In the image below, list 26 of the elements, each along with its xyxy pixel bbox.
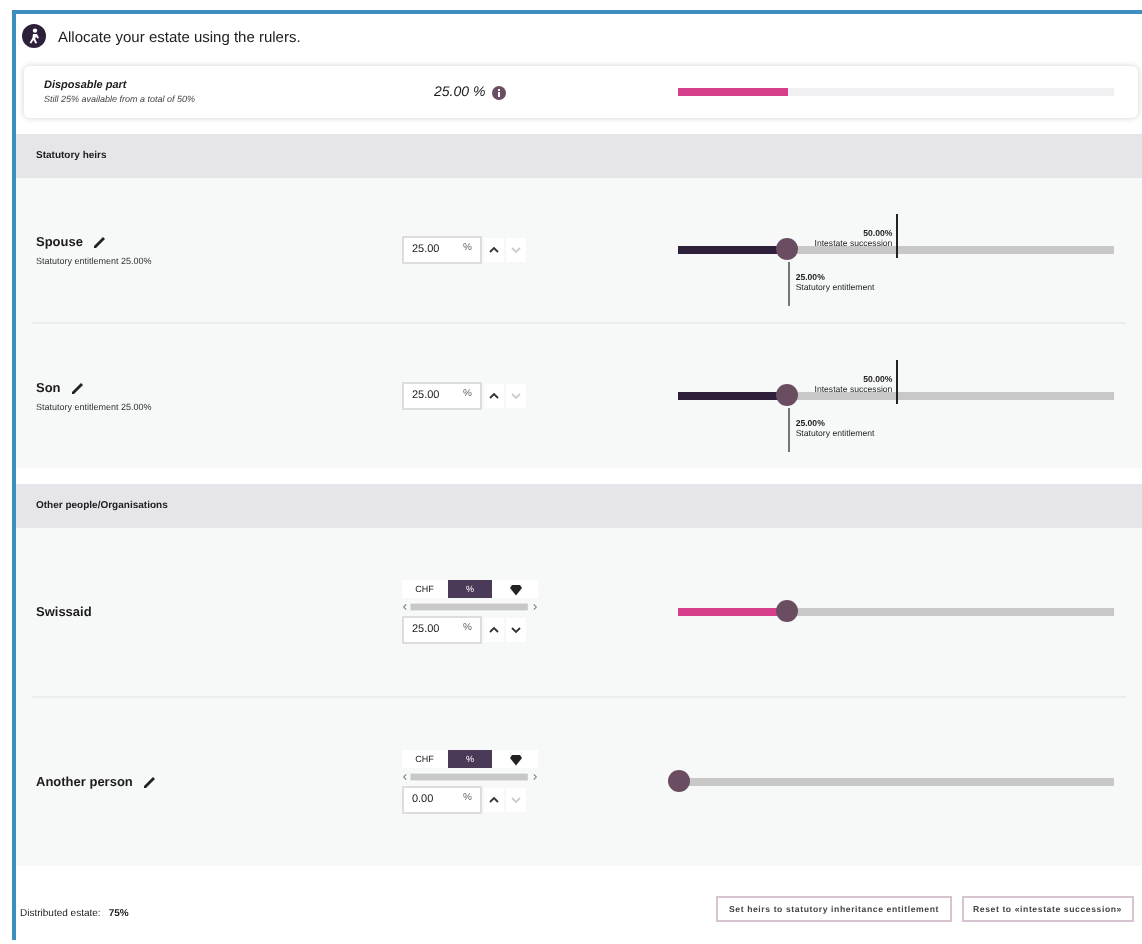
chevron-down-icon bbox=[509, 244, 522, 256]
increment-button[interactable] bbox=[483, 618, 504, 642]
chevron-up-icon bbox=[487, 390, 500, 402]
decrement-button[interactable] bbox=[505, 618, 526, 642]
pencil-icon[interactable] bbox=[142, 774, 159, 790]
increment-button[interactable] bbox=[483, 384, 504, 408]
chevron-down-icon bbox=[509, 794, 522, 806]
info-icon bbox=[491, 85, 506, 99]
scrollbar-drawing bbox=[401, 772, 538, 782]
slider-thumb[interactable] bbox=[667, 770, 690, 792]
chevron-down-icon bbox=[509, 390, 522, 402]
diamond-icon bbox=[509, 753, 522, 765]
diamond-icon bbox=[509, 583, 522, 595]
chevron-up-icon bbox=[487, 624, 500, 636]
chevron-down-icon bbox=[509, 624, 522, 636]
slider-thumb[interactable] bbox=[776, 238, 799, 260]
increment-button[interactable] bbox=[483, 238, 504, 262]
increment-button[interactable] bbox=[483, 788, 504, 812]
chevron-up-icon bbox=[487, 244, 500, 256]
figure-icon bbox=[22, 24, 46, 48]
scrollbar-drawing bbox=[401, 602, 538, 612]
slider-thumb[interactable] bbox=[776, 384, 799, 406]
pencil-icon[interactable] bbox=[92, 234, 109, 250]
pencil-icon[interactable] bbox=[70, 380, 87, 396]
chevron-up-icon bbox=[487, 794, 500, 806]
slider-thumb[interactable] bbox=[776, 600, 799, 622]
